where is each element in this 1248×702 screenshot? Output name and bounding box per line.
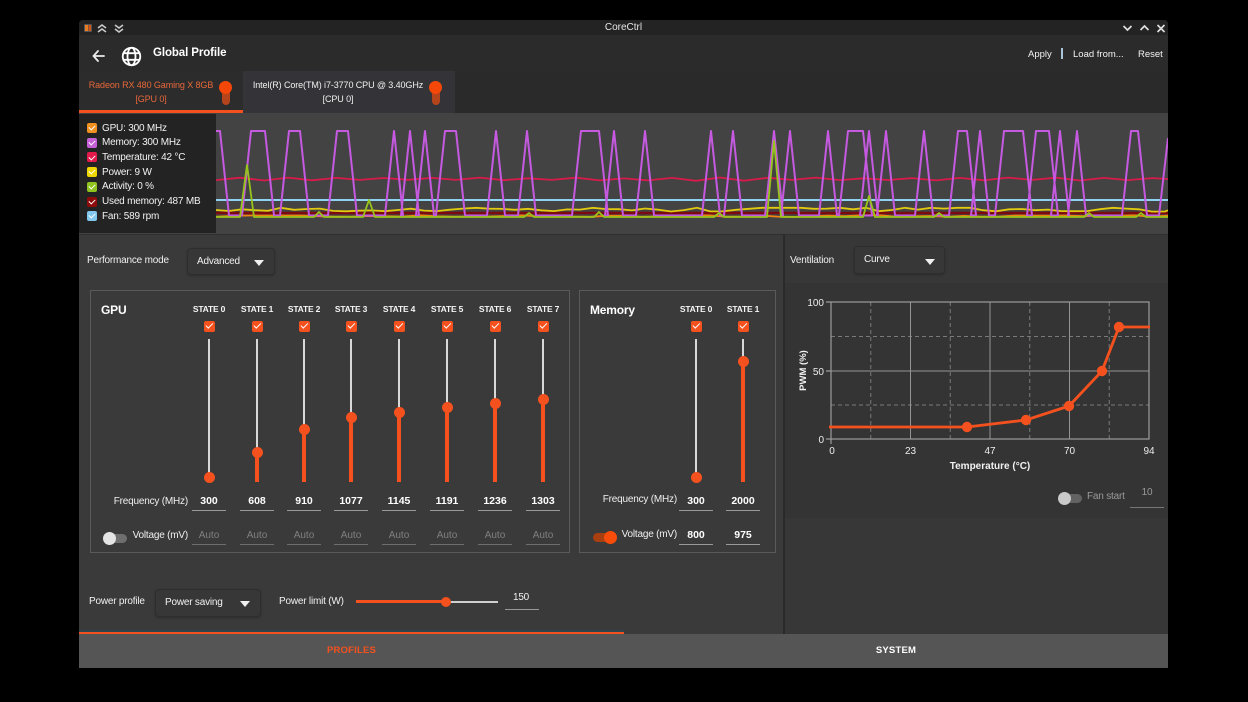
svg-text:47: 47 [984,446,996,457]
svg-text:70: 70 [1064,446,1076,457]
svg-text:23: 23 [905,446,917,457]
svg-text:100: 100 [807,298,824,309]
svg-text:94: 94 [1143,446,1155,457]
svg-text:0: 0 [829,446,835,457]
svg-text:Temperature (°C): Temperature (°C) [950,461,1031,472]
svg-text:50: 50 [813,367,825,378]
svg-text:PWM (%): PWM (%) [798,350,809,391]
svg-text:0: 0 [818,435,824,446]
